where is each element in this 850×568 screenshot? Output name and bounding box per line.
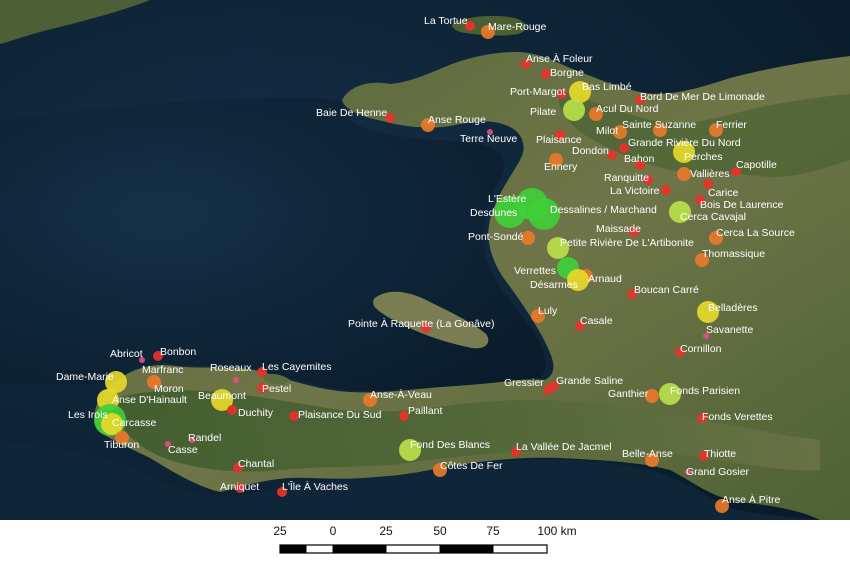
place-label: Anse-À-Veau — [370, 388, 432, 401]
place-marker[interactable] — [563, 99, 585, 121]
place-label: Boucan Carré — [634, 284, 699, 296]
place-label: Arniquet — [220, 481, 259, 493]
place-label: Randel — [188, 432, 221, 444]
scale-bar-panel: 25 0 25 50 75 100 km — [0, 520, 850, 563]
place-label: Anse À Pitre — [722, 493, 781, 506]
scale-tick-label: 50 — [433, 524, 447, 538]
place-label: Fonds Parisien — [670, 385, 740, 397]
scale-segment — [305, 544, 334, 554]
place-label: Chantal — [238, 458, 274, 470]
place-marker[interactable] — [227, 405, 237, 415]
place-label: Maissade — [596, 223, 641, 235]
place-marker[interactable] — [661, 185, 671, 195]
place-label: Arnaud — [588, 273, 622, 285]
place-label: Belle-Anse — [622, 448, 673, 460]
place-label: Bas Limbé — [582, 81, 632, 93]
place-label: Ranquitte — [604, 172, 649, 184]
place-label: Perches — [684, 151, 723, 163]
place-label: Pestel — [262, 383, 291, 395]
place-label: Duchity — [238, 407, 274, 419]
place-label: Thiotte — [704, 448, 736, 460]
scale-tick-label: 75 — [486, 524, 500, 538]
place-label: Petite Rivière De L'Artibonite — [560, 237, 694, 249]
place-label: Bonbon — [160, 346, 196, 358]
place-label: Bord De Mer De Limonade — [640, 91, 765, 103]
place-label: Carcasse — [112, 417, 157, 429]
place-label: Dessalines / Marchand — [550, 204, 657, 216]
place-label: Fonds Verettes — [702, 411, 773, 423]
place-label: Plaisance Du Sud — [298, 409, 382, 421]
place-label: Les Irois — [68, 409, 108, 421]
place-label: Mare-Rouge — [488, 21, 547, 33]
place-label: Dondon — [572, 145, 609, 157]
place-label: L'Estère — [488, 193, 526, 205]
place-label: L'Île À Vaches — [282, 480, 348, 493]
place-label: Acul Du Nord — [596, 103, 659, 115]
place-label: Gressier — [504, 377, 544, 389]
place-label: Grande Saline — [556, 375, 623, 387]
place-label: La Vallée De Jacmel — [516, 441, 612, 453]
place-marker[interactable] — [233, 377, 239, 383]
place-label: Roseaux — [210, 362, 252, 374]
place-label: Ennery — [544, 161, 578, 173]
place-label: Carice — [708, 187, 739, 199]
place-label: Baie De Henne — [316, 107, 387, 119]
place-label: Sainte Suzanne — [622, 119, 696, 131]
place-label: Cerca La Source — [716, 227, 795, 239]
place-label: Pointe À Raquette (La Gonâve) — [348, 317, 495, 330]
place-label: Ferrier — [716, 119, 747, 131]
place-label: Beaumont — [198, 390, 246, 402]
scale-segment — [333, 545, 386, 553]
place-label: Vallières — [690, 168, 730, 180]
place-label: Anse Rouge — [428, 114, 486, 126]
place-label: Casse — [168, 444, 198, 456]
place-label: Bois De Laurence — [700, 199, 784, 211]
scale-segment — [385, 544, 441, 554]
place-label: Dame-Marie — [56, 371, 114, 383]
place-label: Pont-Sondé — [468, 231, 524, 243]
place-label: Thomassique — [702, 248, 765, 260]
place-label: Bahon — [624, 153, 655, 165]
place-label: La Victoire — [610, 185, 660, 197]
place-label: Paillant — [408, 405, 443, 417]
satellite-map: La Tortue Mare-Rouge Anse À Foleur Borgne Po… — [0, 0, 850, 520]
place-label: Port-Margot — [510, 86, 566, 98]
place-label: Fond Des Blancs — [410, 439, 490, 451]
place-label: Desdunes — [470, 207, 517, 219]
place-label: Luly — [538, 305, 558, 317]
map-area[interactable]: La Tortue Mare-Rouge Anse À Foleur Borgne Po… — [0, 0, 850, 520]
place-label: Marfranc — [142, 364, 183, 376]
place-label: La Tortue — [424, 15, 468, 27]
place-label: Verrettes — [514, 265, 556, 277]
place-label: Terre Neuve — [460, 133, 517, 145]
place-label: Cornillon — [680, 343, 722, 355]
place-label: Belladères — [708, 302, 758, 314]
scale-tick-label: 100 km — [537, 524, 576, 538]
place-label: Les Cayemites — [262, 361, 331, 373]
scale-tick-label: 0 — [330, 524, 337, 538]
scale-segment — [440, 545, 493, 553]
place-label: Grand Gosier — [686, 466, 750, 478]
scale-tick-label: 25 — [379, 524, 393, 538]
scale-segment — [492, 544, 548, 554]
place-label: Côtes De Fer — [440, 460, 503, 472]
place-label: Grande Rivière Du Nord — [628, 137, 741, 149]
place-label: Milot — [596, 125, 618, 137]
place-label: Anse À Foleur — [526, 52, 593, 65]
place-label: Pilate — [530, 106, 556, 118]
place-label: Casale — [580, 315, 613, 327]
place-label: Cerca Cavajal — [680, 211, 746, 223]
scale-bar: 25 0 25 50 75 100 km — [273, 524, 577, 554]
place-label: Désarmes — [530, 279, 578, 291]
place-label: Abricot — [110, 348, 143, 360]
place-label: Anse D'Hainault — [112, 394, 187, 406]
scale-tick-label: 25 — [273, 524, 287, 538]
place-label: Savanette — [706, 324, 753, 336]
place-marker[interactable] — [677, 167, 691, 181]
place-label: Tiburon — [104, 439, 139, 451]
place-label: Capotille — [736, 159, 777, 171]
place-label: Borgne — [550, 67, 584, 79]
place-label: Ganthier — [608, 388, 649, 400]
